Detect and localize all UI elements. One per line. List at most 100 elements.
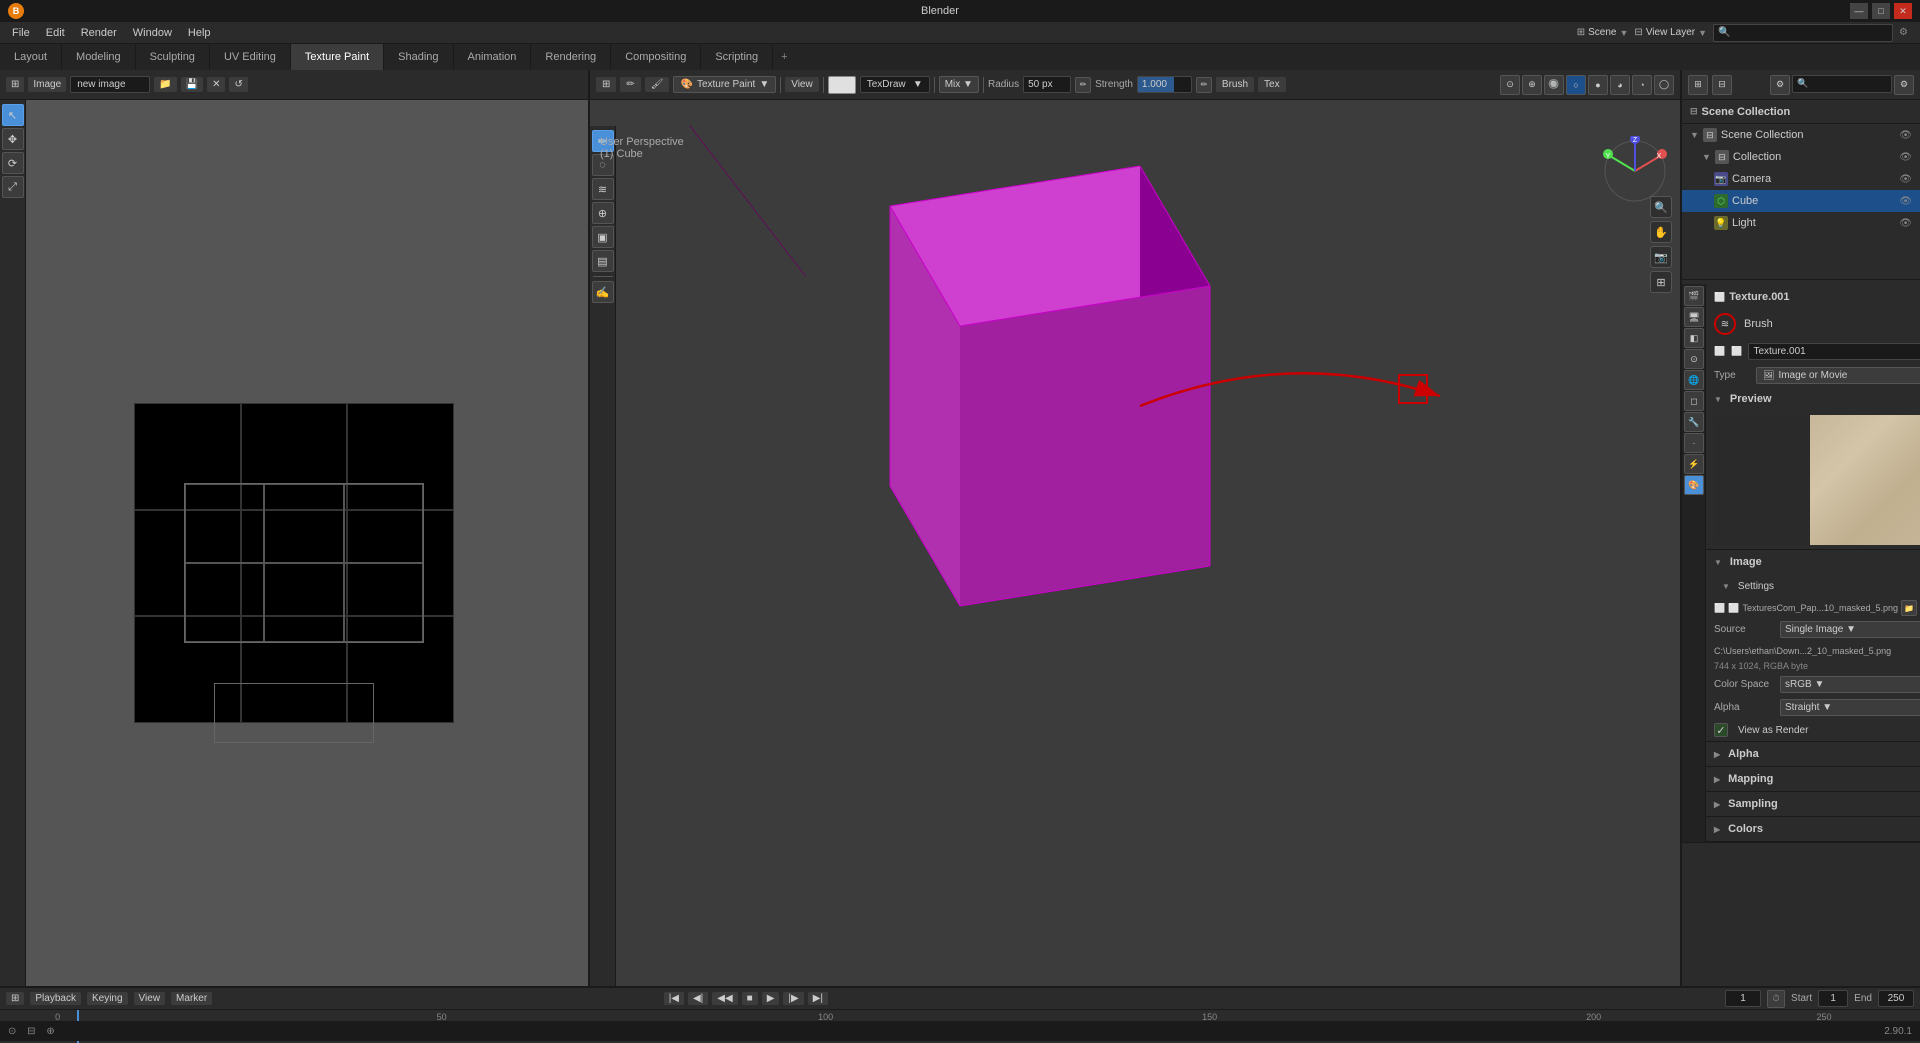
tab-uv-editing[interactable]: UV Editing <box>210 44 291 70</box>
physics-props-tab[interactable]: ⚡ <box>1684 454 1704 474</box>
material-props-tab[interactable]: 🎨 <box>1684 475 1704 495</box>
keying-button[interactable]: Keying <box>87 992 128 1005</box>
viewport-shading-solid[interactable]: ● <box>1588 75 1608 95</box>
outliner-item-camera[interactable]: 📷 Camera 👁 <box>1682 168 1920 190</box>
close-button[interactable]: ✕ <box>1894 3 1912 19</box>
mapping-section-header[interactable]: ▶ Mapping <box>1706 767 1920 791</box>
uv-move-tool[interactable]: ✥ <box>2 128 24 150</box>
outliner-item-collection[interactable]: ▼ ⊟ Collection 👁 <box>1682 146 1920 168</box>
blend-mode-dropdown[interactable]: Mix ▼ <box>939 76 979 93</box>
particles-props-tab[interactable]: · <box>1684 433 1704 453</box>
save-image-button[interactable]: 💾 <box>181 77 203 92</box>
end-frame[interactable]: 250 <box>1878 990 1914 1007</box>
view-button[interactable]: View <box>134 992 166 1005</box>
stop-button[interactable]: ■ <box>742 992 758 1005</box>
viewport-shading-material[interactable]: ◕ <box>1610 75 1630 95</box>
preview-header[interactable]: ▼ Preview <box>1706 387 1920 411</box>
viewport-shading-rendered[interactable]: ◔ <box>1632 75 1652 95</box>
zoom-in-button[interactable]: 🔍 <box>1650 196 1672 218</box>
radius-picker-button[interactable]: ✏ <box>1075 77 1091 93</box>
render-props-tab[interactable]: 🎬 <box>1684 286 1704 306</box>
tab-modeling[interactable]: Modeling <box>62 44 136 70</box>
close-image-button[interactable]: ✕ <box>207 77 225 92</box>
tab-rendering[interactable]: Rendering <box>531 44 611 70</box>
tab-add-button[interactable]: + <box>773 44 795 70</box>
image-name-field[interactable]: new image <box>70 76 150 93</box>
viewport-shading-mode[interactable]: 🖌 <box>645 77 670 92</box>
next-keyframe[interactable]: |▶ <box>783 992 803 1005</box>
uv-rotate-tool[interactable]: ⟳ <box>2 152 24 174</box>
editor-type-button[interactable]: ⊞ <box>6 77 24 92</box>
tab-compositing[interactable]: Compositing <box>611 44 701 70</box>
viewport-snap-button[interactable]: 🔘 <box>1544 75 1564 95</box>
grid-button[interactable]: ⊞ <box>1650 271 1672 293</box>
modifier-props-tab[interactable]: 🔧 <box>1684 412 1704 432</box>
tab-sculpting[interactable]: Sculpting <box>136 44 210 70</box>
scene-props-tab[interactable]: ⊙ <box>1684 349 1704 369</box>
open-image-button[interactable]: 📁 <box>154 77 176 92</box>
minimize-button[interactable]: — <box>1850 3 1868 19</box>
outliner-item-light[interactable]: 💡 Light 👁 <box>1682 212 1920 234</box>
playback-button[interactable]: Playback <box>30 992 81 1005</box>
tab-shading[interactable]: Shading <box>384 44 453 70</box>
eye-icon[interactable]: 👁 <box>1899 196 1912 207</box>
strength-picker-button[interactable]: ✏ <box>1196 77 1212 93</box>
refresh-button[interactable]: ↺ <box>229 77 247 92</box>
menu-file[interactable]: File <box>4 25 38 41</box>
alpha-section-header[interactable]: ▶ Alpha <box>1706 742 1920 766</box>
view-as-render-checkbox[interactable]: ✓ <box>1714 723 1728 737</box>
colors-section-header[interactable]: ▶ Colors <box>1706 817 1920 841</box>
uv-select-tool[interactable]: ↖ <box>2 104 24 126</box>
type-dropdown[interactable]: 🖼 Image or Movie ▼ <box>1756 367 1920 384</box>
menu-help[interactable]: Help <box>180 25 219 41</box>
tab-animation[interactable]: Animation <box>454 44 532 70</box>
output-props-tab[interactable]: 🖥 <box>1684 307 1704 327</box>
fps-button[interactable]: ⏱ <box>1767 990 1785 1008</box>
outliner-search[interactable]: 🔍 <box>1792 75 1892 93</box>
menu-edit[interactable]: Edit <box>38 25 73 41</box>
tex-button[interactable]: Tex <box>1258 77 1286 92</box>
timeline-editor-type[interactable]: ⊞ <box>6 992 24 1005</box>
eye-icon[interactable]: 👁 <box>1899 152 1912 163</box>
colorspace-dropdown[interactable]: sRGB ▼ <box>1780 676 1920 693</box>
alpha-dropdown[interactable]: Straight ▼ <box>1780 699 1920 716</box>
camera-button[interactable]: 📷 <box>1650 246 1672 268</box>
viewport-gizmo-button[interactable]: ⊕ <box>1522 75 1542 95</box>
source-dropdown[interactable]: Single Image ▼ <box>1780 621 1920 638</box>
search-bar[interactable]: 🔍 <box>1713 24 1893 42</box>
view-layer-selector[interactable]: ⊟ View Layer ▼ <box>1634 27 1707 38</box>
radius-value[interactable]: 50 px <box>1023 76 1071 93</box>
current-frame[interactable]: 1 <box>1725 990 1761 1007</box>
texture-slot-name[interactable]: Texture.001 <box>1748 343 1920 360</box>
grab-button[interactable]: ✋ <box>1650 221 1672 243</box>
jump-to-end[interactable]: ▶| <box>808 992 828 1005</box>
scene-selector[interactable]: ⊞ Scene ▼ <box>1577 27 1629 38</box>
eye-icon[interactable]: 👁 <box>1899 218 1912 229</box>
viewport-shading-wireframe[interactable]: ◯ <box>1654 75 1674 95</box>
image-menu[interactable]: Image <box>28 77 66 92</box>
sampling-section-header[interactable]: ▶ Sampling <box>1706 792 1920 816</box>
eye-icon[interactable]: 👁 <box>1899 130 1912 141</box>
prev-keyframe[interactable]: ◀| <box>688 992 708 1005</box>
menu-window[interactable]: Window <box>125 25 180 41</box>
start-frame[interactable]: 1 <box>1818 990 1848 1007</box>
jump-to-start[interactable]: |◀ <box>664 992 684 1005</box>
filter-icon[interactable]: ⚙ <box>1899 27 1908 38</box>
tab-layout[interactable]: Layout <box>0 44 62 70</box>
viewport-overlay-button[interactable]: ⊙ <box>1500 75 1520 95</box>
tab-scripting[interactable]: Scripting <box>701 44 773 70</box>
filter-toggle[interactable]: ⚙ <box>1770 75 1790 95</box>
eye-icon[interactable]: 👁 <box>1899 174 1912 185</box>
settings-header[interactable]: ▼ Settings <box>1706 574 1920 598</box>
play-forward[interactable]: ▶ <box>762 992 780 1005</box>
view-layer-props-tab[interactable]: ◧ <box>1684 328 1704 348</box>
brush-name-dropdown[interactable]: TexDraw ▼ <box>860 76 930 93</box>
rp-header-icon2[interactable]: ⊟ <box>1712 75 1732 95</box>
image-header[interactable]: ▼ Image <box>1706 550 1920 574</box>
object-props-tab[interactable]: ◻ <box>1684 391 1704 411</box>
rp-header-icon[interactable]: ⊞ <box>1688 75 1708 95</box>
viewport-editor-type[interactable]: ⊞ <box>596 77 616 92</box>
paint-mode-dropdown[interactable]: 🎨 Texture Paint ▼ <box>673 76 776 93</box>
viewport-view-menu[interactable]: View <box>785 77 819 92</box>
world-props-tab[interactable]: 🌐 <box>1684 370 1704 390</box>
